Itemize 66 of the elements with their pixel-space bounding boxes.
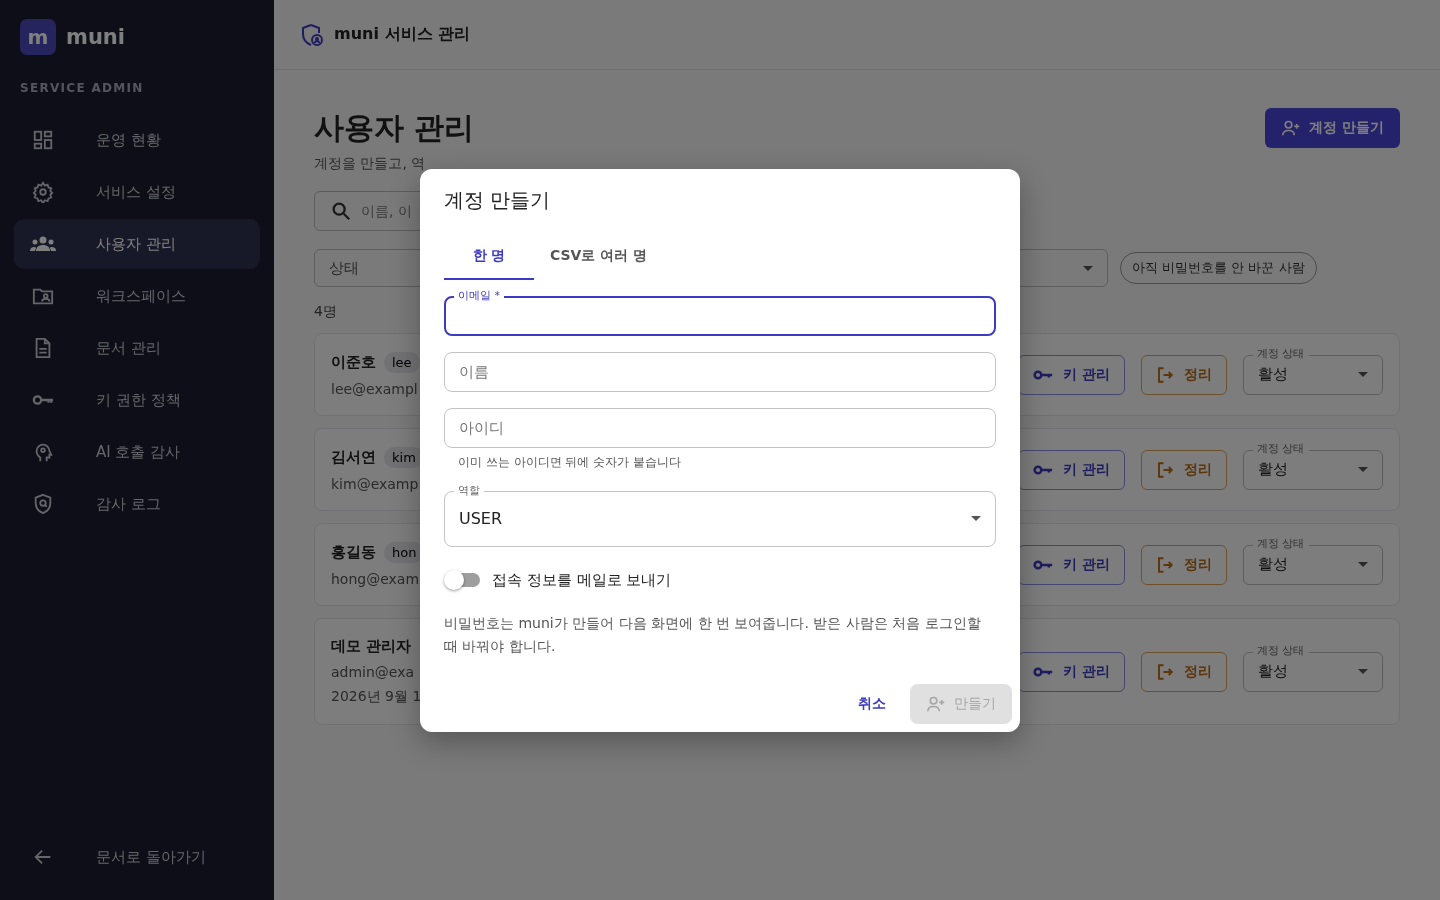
text-field[interactable]: 아이디: [444, 407, 996, 448]
add-person-icon: [926, 694, 946, 713]
user-date: 2026년 9월 1: [331, 688, 422, 706]
tab[interactable]: CSV로 여러 명: [534, 233, 664, 280]
brand-name: muni: [66, 25, 125, 49]
field-label: 계정 상태: [1253, 441, 1309, 456]
nav-item[interactable]: 워크스페이스: [14, 271, 260, 321]
user-email: admin@exa: [331, 664, 416, 680]
nav-item[interactable]: 운영 현황: [14, 115, 260, 165]
add-person-icon: [1281, 119, 1302, 137]
switch-label: 접속 정보를 메일로 보내기: [492, 570, 672, 590]
field-label: 계정 상태: [1253, 643, 1309, 658]
logout-icon: [1156, 662, 1174, 681]
key-icon: [1033, 462, 1054, 477]
field-label: 계정 상태: [1253, 536, 1309, 551]
cleanup-button[interactable]: 정리: [1141, 651, 1227, 692]
password-note: 비밀번호는 muni가 만들어 다음 화면에 한 번 보여줍니다. 받은 사람은 처음 로그인할 때 바꿔야 합니다.: [444, 613, 982, 656]
tab[interactable]: 한 명: [444, 233, 534, 280]
user-email: hong@exam: [331, 571, 421, 587]
field-label: 이메일 *: [454, 288, 504, 303]
gear-icon: [30, 181, 56, 203]
username-tag: lee: [384, 352, 420, 373]
back-link[interactable]: 문서로 돌아가기: [14, 832, 260, 882]
shield-person-icon: [300, 22, 324, 47]
nav-item[interactable]: 문서 관리: [14, 323, 260, 373]
logout-icon: [1156, 365, 1174, 384]
dropdown-caret-icon: [1358, 372, 1368, 377]
user-email: kim@examp: [331, 476, 420, 492]
nav-item[interactable]: AI 호출 감사: [14, 427, 260, 477]
user-email: lee@exampl: [331, 381, 419, 397]
page-subtitle: 계정을 만들고, 역: [314, 155, 427, 173]
nav-item[interactable]: 사용자 관리: [14, 219, 260, 269]
field-label: 역할: [454, 483, 484, 498]
user-name: 김서연: [331, 448, 376, 467]
helper-text: 이미 쓰는 아이디면 뒤에 숫자가 붙습니다: [457, 453, 683, 471]
user-name: 데모 관리자: [331, 637, 412, 656]
dropdown-caret-icon: [971, 516, 981, 521]
cancel-button[interactable]: 취소: [846, 684, 898, 723]
create-account-button[interactable]: 계정 만들기: [1265, 108, 1400, 148]
key-icon: [1033, 367, 1054, 382]
toggle-switch[interactable]: [446, 573, 480, 587]
search-icon: [330, 200, 352, 222]
dropdown-caret-icon: [1083, 265, 1093, 271]
nav-item[interactable]: 서비스 설정: [14, 167, 260, 217]
cleanup-button[interactable]: 정리: [1141, 449, 1227, 490]
user-name: 홍길동: [331, 543, 376, 562]
cleanup-button[interactable]: 정리: [1141, 354, 1227, 395]
logo-mark: m: [20, 19, 56, 55]
dropdown-caret-icon: [1358, 669, 1368, 674]
dropdown-caret-icon: [1358, 562, 1368, 567]
logout-icon: [1156, 555, 1174, 574]
field-label: 계정 상태: [1253, 346, 1309, 361]
key-icon: [1033, 664, 1054, 679]
text-field[interactable]: 이름: [444, 351, 996, 392]
page-title: 사용자 관리: [314, 109, 475, 147]
section-label: SERVICE ADMIN: [19, 80, 145, 97]
user-count: 4명: [314, 303, 338, 321]
logout-icon: [1156, 460, 1174, 479]
user-name: 이준호: [331, 353, 376, 372]
dropdown-caret-icon: [1358, 467, 1368, 472]
key-icon: [1033, 557, 1054, 572]
nav-item[interactable]: 키 권한 정책: [14, 375, 260, 425]
app-title: muni 서비스 관리: [334, 24, 471, 45]
nav-item[interactable]: 감사 로그: [14, 479, 260, 529]
dialog-title: 계정 만들기: [444, 186, 552, 214]
cleanup-button[interactable]: 정리: [1141, 544, 1227, 585]
